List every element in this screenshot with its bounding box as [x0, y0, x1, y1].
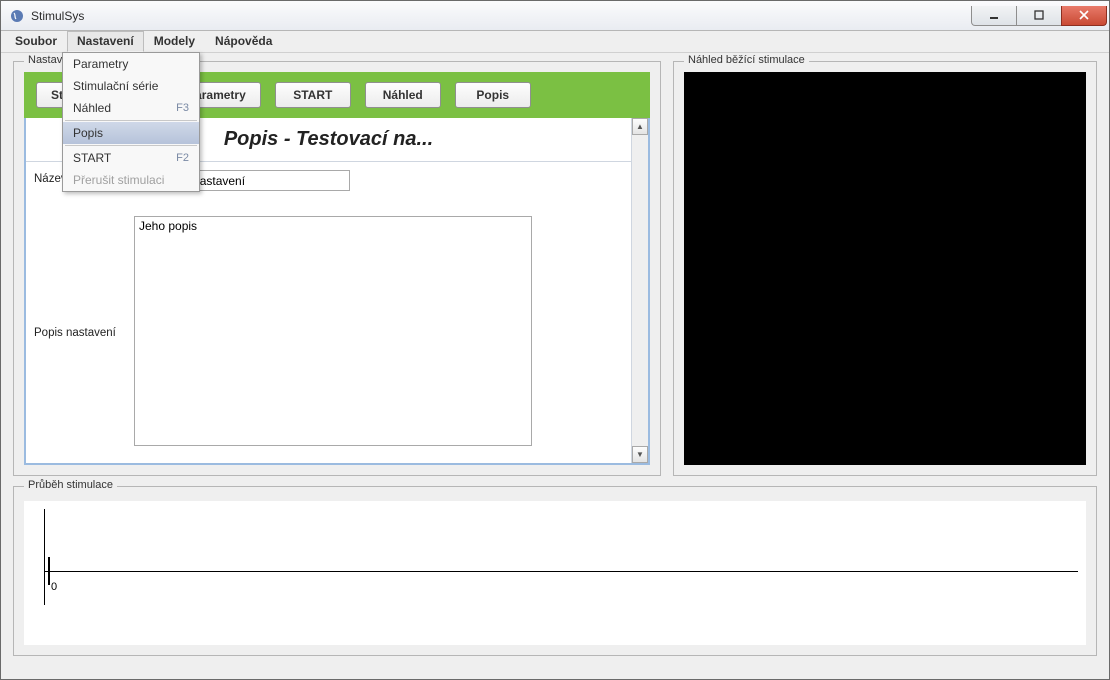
timeline-panel: Průběh stimulace 0 — [13, 486, 1097, 656]
preview-button[interactable]: Náhled — [365, 82, 441, 108]
close-icon — [1079, 10, 1089, 20]
dd-separator — [65, 120, 197, 121]
dd-accel: F3 — [176, 102, 189, 114]
timeline-origin-vertical — [44, 509, 45, 605]
document-scrollbar[interactable]: ▲ ▼ — [631, 118, 648, 463]
timeline-canvas: 0 — [24, 501, 1086, 645]
start-button[interactable]: START — [275, 82, 351, 108]
desc-label: Popis nastavení — [34, 324, 128, 339]
scroll-down-button[interactable]: ▼ — [632, 446, 648, 463]
minimize-icon — [989, 10, 999, 20]
dd-label: Parametry — [73, 57, 128, 71]
menubar: Soubor Nastavení Modely Nápověda — [1, 31, 1109, 53]
maximize-icon — [1034, 10, 1044, 20]
menu-nastaveni[interactable]: Nastavení — [67, 31, 144, 52]
dd-prerusit: Přerušit stimulaci — [63, 169, 199, 191]
maximize-button[interactable] — [1016, 6, 1062, 26]
dd-nahled[interactable]: Náhled F3 — [63, 97, 199, 119]
preview-panel: Náhled běžící stimulace — [673, 61, 1097, 476]
dd-stimulacni-serie[interactable]: Stimulační série — [63, 75, 199, 97]
dd-label: Přerušit stimulaci — [73, 173, 164, 187]
dd-label: Náhled — [73, 101, 111, 115]
dd-label: Stimulační série — [73, 79, 158, 93]
dd-accel: F2 — [176, 152, 189, 164]
minimize-button[interactable] — [971, 6, 1017, 26]
desc-textarea[interactable] — [135, 217, 531, 445]
preview-canvas — [684, 72, 1086, 465]
desc-button[interactable]: Popis — [455, 82, 531, 108]
close-button[interactable] — [1061, 6, 1107, 26]
dd-separator — [65, 145, 197, 146]
window-title: StimulSys — [31, 9, 972, 23]
dd-parametry[interactable]: Parametry — [63, 53, 199, 75]
menu-modely[interactable]: Modely — [144, 31, 205, 52]
scroll-track[interactable] — [632, 135, 648, 446]
nastaveni-dropdown: Parametry Stimulační série Náhled F3 Pop… — [62, 52, 200, 192]
menu-napoveda[interactable]: Nápověda — [205, 31, 282, 52]
titlebar: StimulSys — [1, 1, 1109, 31]
dd-start[interactable]: START F2 — [63, 147, 199, 169]
dd-label: Popis — [73, 126, 103, 140]
dd-popis[interactable]: Popis — [63, 122, 199, 144]
app-window: StimulSys Soubor Nastavení Modely Nápově… — [0, 0, 1110, 680]
timeline-axis — [44, 571, 1078, 572]
window-buttons — [972, 6, 1107, 26]
timeline-legend: Průběh stimulace — [24, 479, 117, 491]
desc-textarea-wrap — [134, 216, 532, 446]
timeline-zero-label: 0 — [51, 581, 57, 593]
java-app-icon — [9, 8, 25, 24]
menu-soubor[interactable]: Soubor — [5, 31, 67, 52]
scroll-up-button[interactable]: ▲ — [632, 118, 648, 135]
dd-label: START — [73, 151, 111, 165]
preview-legend: Náhled běžící stimulace — [684, 54, 809, 66]
